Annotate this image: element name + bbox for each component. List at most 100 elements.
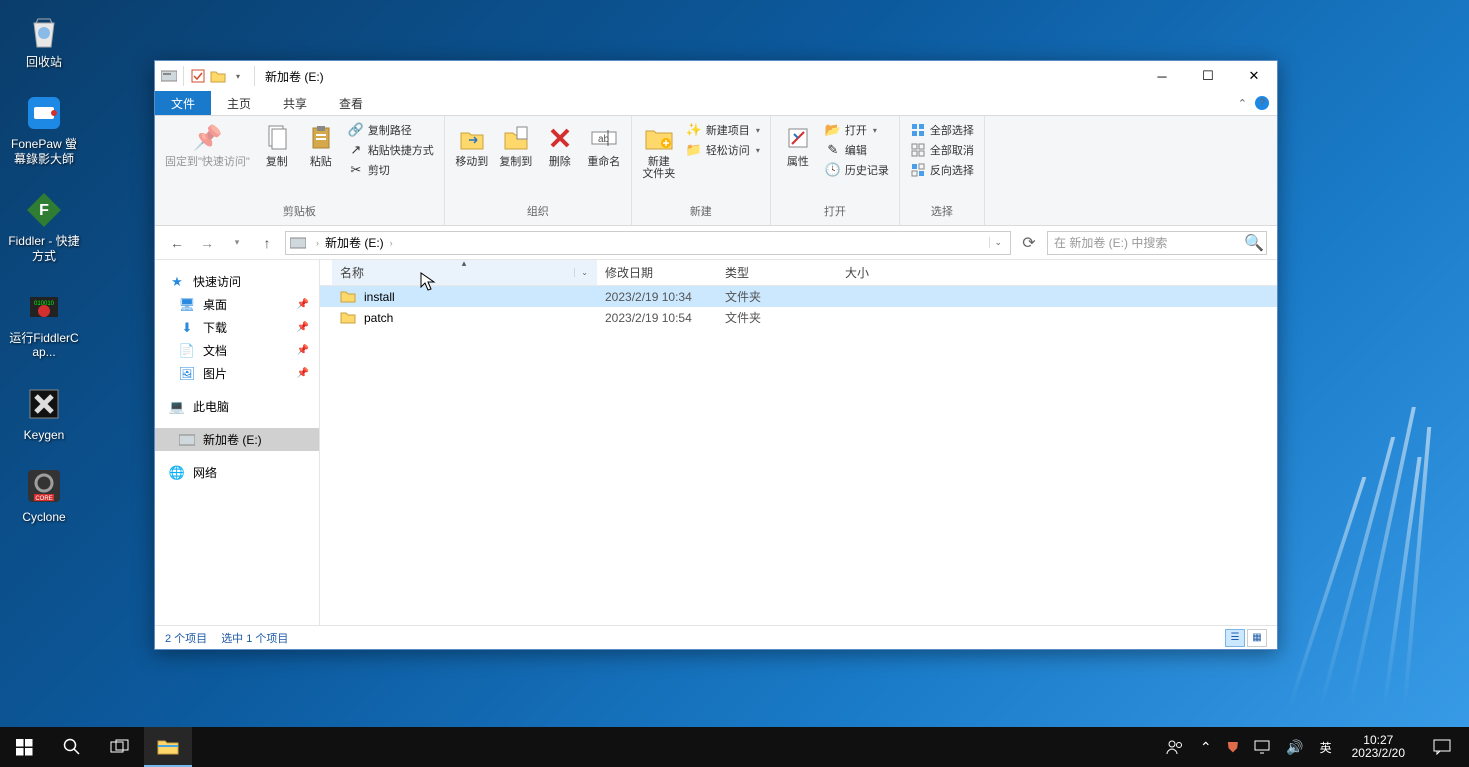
history-button[interactable]: 🕓历史记录	[821, 160, 893, 180]
sidebar-drive-e[interactable]: 新加卷 (E:)	[155, 428, 319, 451]
properties-button[interactable]: 属性	[777, 120, 819, 170]
back-button[interactable]: ←	[165, 231, 189, 255]
close-button[interactable]: ✕	[1231, 61, 1277, 91]
copy-path-button[interactable]: 🔗复制路径	[344, 120, 438, 140]
delete-button[interactable]: 删除	[539, 120, 581, 170]
copy-to-button[interactable]: 复制到	[495, 120, 537, 170]
maximize-button[interactable]: ☐	[1185, 61, 1231, 91]
delete-icon	[544, 122, 576, 154]
open-button[interactable]: 📂打开▾	[821, 120, 893, 140]
sidebar-desktop[interactable]: 🖥桌面📌	[155, 293, 319, 316]
tray-chevron-up-icon[interactable]: ⌃	[1196, 739, 1216, 756]
sidebar-downloads[interactable]: ⬇下载📌	[155, 316, 319, 339]
qat-folder-icon[interactable]	[210, 68, 226, 84]
tray-network-icon[interactable]	[1250, 740, 1274, 754]
address-box[interactable]: › 新加卷 (E:) › ⌄	[285, 231, 1011, 255]
column-name[interactable]: 名称⌄	[332, 260, 597, 285]
file-date: 2023/2/19 10:54	[605, 311, 725, 325]
desktop-icon-keygen[interactable]: Keygen	[5, 378, 83, 446]
pin-icon: 📌	[297, 345, 309, 356]
select-none-button[interactable]: 全部取消	[906, 140, 978, 160]
qat-checkbox-icon[interactable]	[190, 68, 206, 84]
breadcrumb[interactable]: 新加卷 (E:)	[323, 234, 386, 251]
tray-ime-indicator[interactable]: 英	[1316, 739, 1336, 756]
sidebar-this-pc[interactable]: 💻此电脑	[155, 395, 319, 418]
start-button[interactable]	[0, 727, 48, 767]
search-button[interactable]	[48, 727, 96, 767]
desktop-icon-recycle-bin[interactable]: 回收站	[5, 5, 83, 73]
task-view-button[interactable]	[96, 727, 144, 767]
keygen-icon	[22, 382, 66, 426]
desktop-icon-fonepaw[interactable]: FonePaw 螢幕錄影大師	[5, 87, 83, 170]
desktop-icon-fiddler[interactable]: F Fiddler - 快捷方式	[5, 184, 83, 267]
chevron-right-icon[interactable]: ›	[386, 238, 397, 248]
column-type[interactable]: 类型	[717, 260, 837, 285]
search-box[interactable]: 🔍	[1047, 231, 1267, 255]
forward-button[interactable]: →	[195, 231, 219, 255]
action-center-button[interactable]	[1421, 727, 1463, 767]
tab-view[interactable]: 查看	[323, 91, 379, 115]
minimize-button[interactable]: ─	[1139, 61, 1185, 91]
folder-icon	[340, 310, 356, 326]
sidebar-quick-access[interactable]: ★快速访问	[155, 270, 319, 293]
drive-icon	[161, 68, 177, 84]
tray-security-icon[interactable]: ⛊	[1224, 739, 1243, 756]
desktop-icon-label: Cyclone	[22, 510, 65, 524]
new-folder-button[interactable]: 新建 文件夹	[638, 120, 680, 182]
sidebar-pictures[interactable]: 🖼图片📌	[155, 362, 319, 385]
copy-button[interactable]: 复制	[256, 120, 298, 170]
move-to-button[interactable]: 移动到	[451, 120, 493, 170]
picture-icon: 🖼	[179, 366, 195, 382]
file-date: 2023/2/19 10:34	[605, 290, 725, 304]
chevron-right-icon[interactable]: ›	[312, 238, 323, 248]
desktop-icon-label: 运行FiddlerCap...	[7, 331, 81, 360]
moveto-icon	[456, 122, 488, 154]
fonepaw-icon	[22, 91, 66, 135]
address-dropdown[interactable]: ⌄	[989, 237, 1006, 248]
desktop-icon-cyclone[interactable]: CORE Cyclone	[5, 460, 83, 528]
help-icon[interactable]: ?	[1255, 96, 1269, 110]
recycle-bin-icon	[22, 9, 66, 53]
paste-button[interactable]: 粘贴	[300, 120, 342, 170]
up-button[interactable]: ↑	[255, 231, 279, 255]
search-input[interactable]	[1048, 236, 1242, 250]
group-label-clipboard: 剪贴板	[161, 201, 438, 221]
tab-file[interactable]: 文件	[155, 91, 211, 115]
file-row[interactable]: patch2023/2/19 10:54文件夹	[320, 307, 1277, 328]
qat-dropdown-icon[interactable]: ▾	[230, 68, 246, 84]
recent-dropdown[interactable]: ▾	[225, 231, 249, 255]
tab-home[interactable]: 主页	[211, 91, 267, 115]
tab-share[interactable]: 共享	[267, 91, 323, 115]
sidebar-documents[interactable]: 📄文档📌	[155, 339, 319, 362]
titlebar[interactable]: ▾ 新加卷 (E:) ─ ☐ ✕	[155, 61, 1277, 91]
column-size[interactable]: 大小	[837, 260, 907, 285]
cut-button[interactable]: ✂剪切	[344, 160, 438, 180]
sidebar-network[interactable]: 🌐网络	[155, 461, 319, 484]
taskbar-file-explorer[interactable]	[144, 727, 192, 767]
taskbar-clock[interactable]: 10:27 2023/2/20	[1344, 734, 1413, 760]
pin-to-quick-access-button[interactable]: 📌固定到"快速访问"	[161, 120, 254, 170]
paste-shortcut-button[interactable]: ↗粘贴快捷方式	[344, 140, 438, 160]
pin-icon: 📌	[191, 122, 223, 154]
select-all-button[interactable]: 全部选择	[906, 120, 978, 140]
edit-icon: ✎	[825, 142, 841, 158]
group-label-organize: 组织	[451, 201, 625, 221]
edit-button[interactable]: ✎编辑	[821, 140, 893, 160]
tray-people-icon[interactable]	[1162, 739, 1188, 755]
rename-icon: ab	[588, 122, 620, 154]
ribbon-collapse-icon[interactable]: ⌃	[1238, 97, 1247, 110]
desktop-icon-fiddlercap[interactable]: 010010 运行FiddlerCap...	[5, 281, 83, 364]
column-date[interactable]: 修改日期	[597, 260, 717, 285]
invert-selection-button[interactable]: 反向选择	[906, 160, 978, 180]
refresh-button[interactable]: ⟳	[1017, 232, 1041, 254]
view-icons-button[interactable]: ▦	[1247, 629, 1267, 647]
rename-button[interactable]: ab重命名	[583, 120, 625, 170]
search-icon[interactable]: 🔍	[1242, 232, 1266, 254]
new-item-button[interactable]: ✨新建项目▾	[682, 120, 764, 140]
easy-access-button[interactable]: 📁轻松访问▾	[682, 140, 764, 160]
file-row[interactable]: install2023/2/19 10:34文件夹	[320, 286, 1277, 307]
tray-volume-icon[interactable]: 🔊	[1282, 739, 1307, 756]
selectnone-icon	[910, 142, 926, 158]
view-details-button[interactable]: ☰	[1225, 629, 1245, 647]
window-title: 新加卷 (E:)	[265, 68, 324, 85]
